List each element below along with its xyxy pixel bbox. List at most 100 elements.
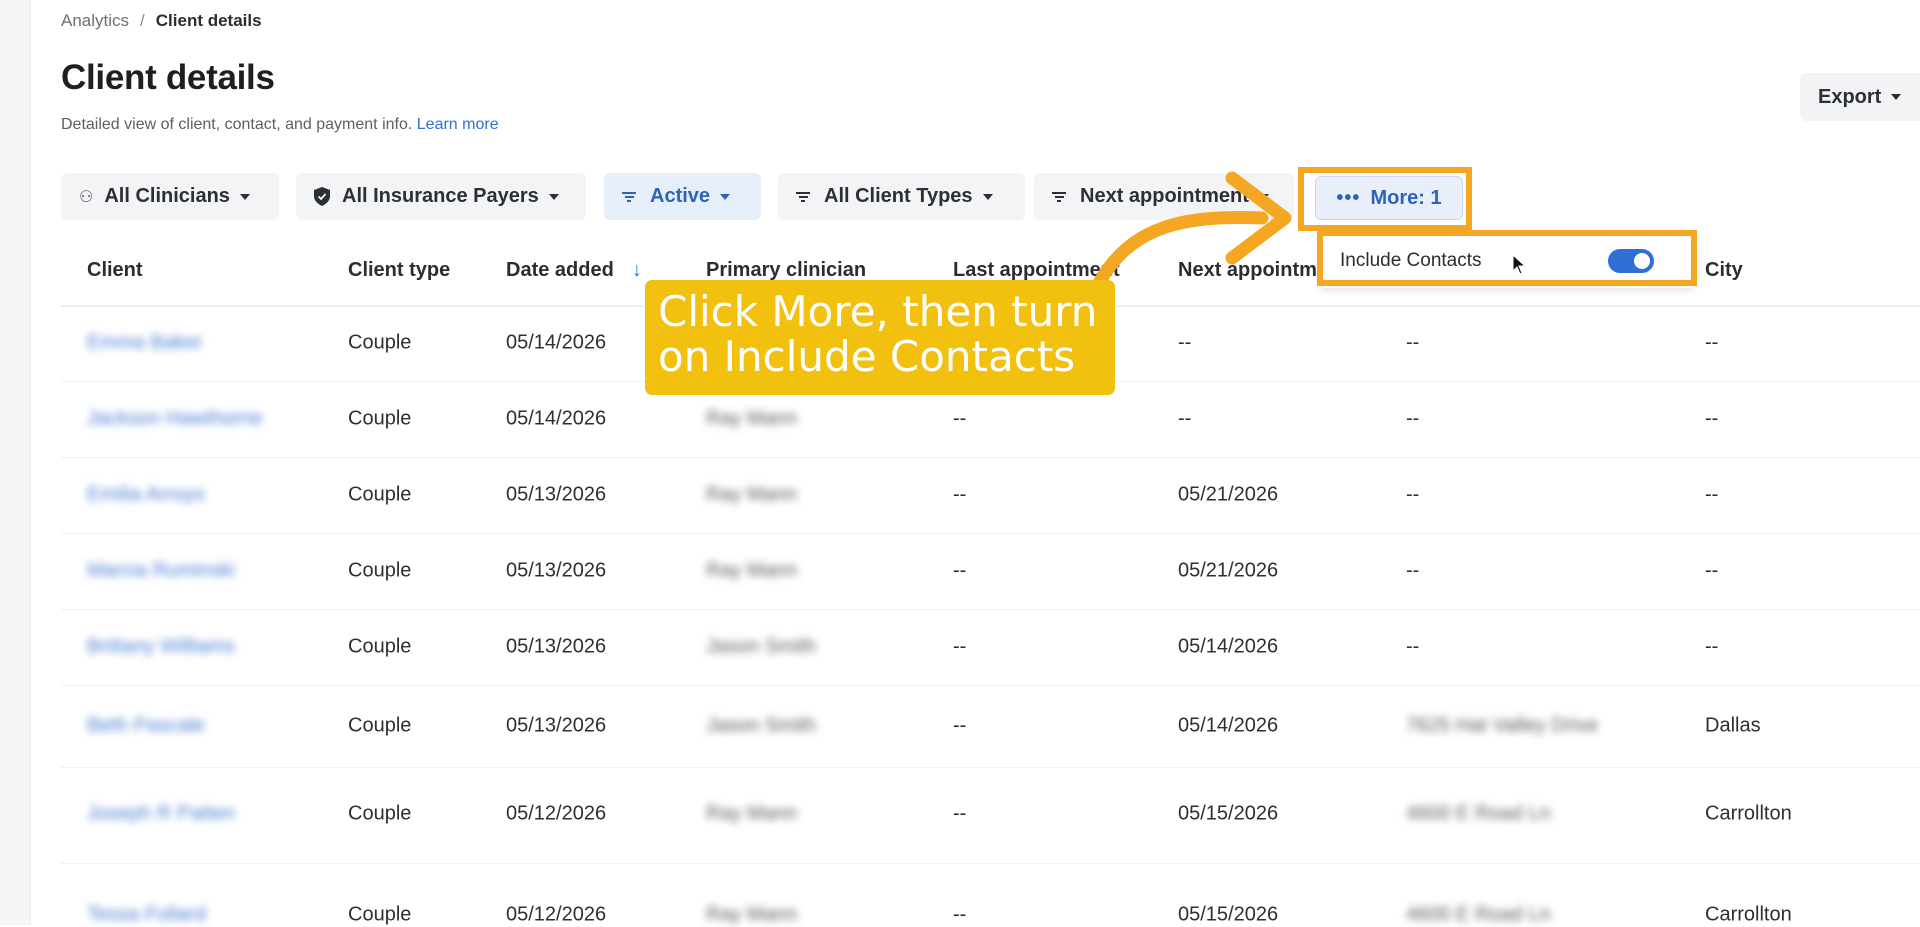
column-header-client-type[interactable]: Client type [348,259,450,282]
last-appointment-cell: -- [953,483,967,506]
include-contacts-toggle[interactable] [1608,249,1654,273]
column-header-city[interactable]: City [1705,259,1743,282]
city-cell: -- [1705,559,1719,582]
client-type-cell: Couple [348,635,412,658]
client-name-link[interactable]: Brittany Williams [87,636,235,659]
address-cell: 4600 E Road Ln [1406,903,1551,926]
filter-next-appointment[interactable]: Next appointment [1034,173,1294,220]
city-cell: Carrollton [1705,903,1792,926]
table-row[interactable]: Marcia Ruminski Couple 05/13/2026 Ray Ma… [61,533,1920,610]
column-header-primary-clinician[interactable]: Primary clinician [706,259,866,282]
clinician-icon: ⚇ [79,188,94,206]
left-sidebar-rail [0,0,31,925]
filter-clinicians[interactable]: ⚇ All Clinicians [61,173,279,220]
column-header-client[interactable]: Client [87,259,143,282]
date-added-cell: 05/13/2026 [506,559,607,582]
breadcrumb-current: Client details [155,11,262,30]
date-added-cell: 05/12/2026 [506,802,607,825]
city-cell: -- [1705,483,1719,506]
filter-client-types[interactable]: All Client Types [778,173,1025,220]
next-appointment-cell: 05/21/2026 [1178,559,1279,582]
address-cell: -- [1406,331,1420,354]
next-appointment-cell: 05/21/2026 [1178,483,1279,506]
client-type-cell: Couple [348,714,412,737]
export-label: Export [1818,85,1882,108]
last-appointment-cell: -- [953,714,967,737]
column-header-date-added[interactable]: Date added ↓ [506,259,642,282]
last-appointment-cell: -- [953,802,967,825]
client-name-link[interactable]: Emilia Arroyo [87,484,205,507]
column-header-next-appointment[interactable]: Next appointm [1178,259,1317,282]
filter-icon [1052,190,1066,204]
filter-insurance-payers[interactable]: All Insurance Payers [296,173,586,220]
address-cell: -- [1406,635,1420,658]
filter-status-label: Active [650,185,711,207]
next-appointment-cell: -- [1178,331,1192,354]
subtitle-text: Detailed view of client, contact, and pa… [61,116,413,133]
column-header-last-appointment[interactable]: Last appointment [953,259,1120,282]
breadcrumb-separator: / [140,11,145,30]
next-appointment-cell: 05/15/2026 [1178,802,1279,825]
city-cell: Carrollton [1705,802,1792,825]
date-added-cell: 05/13/2026 [506,635,607,658]
client-type-cell: Couple [348,903,412,926]
client-type-cell: Couple [348,802,412,825]
last-appointment-cell: -- [953,407,967,430]
more-dots-icon: ••• [1336,186,1361,209]
city-cell: -- [1705,407,1719,430]
client-name-link[interactable]: Beth Pascale [87,715,205,738]
last-appointment-cell: -- [953,559,967,582]
include-contacts-label: Include Contacts [1340,250,1482,271]
client-name-link[interactable]: Jackson Hawthorne [87,408,263,431]
primary-clinician-cell: Ray Mann [706,483,798,506]
page-title: Client details [61,58,275,97]
callout-line-2: on Include Contacts [658,332,1076,381]
date-added-cell: 05/14/2026 [506,331,607,354]
address-cell: -- [1406,559,1420,582]
primary-clinician-cell: Ray Mann [706,559,798,582]
filter-insurance-label: All Insurance Payers [342,185,539,207]
client-name-link[interactable]: Tessa Follard [87,904,206,927]
more-filters-button[interactable]: ••• More: 1 [1315,176,1463,220]
last-appointment-cell: -- [953,635,967,658]
client-name-link[interactable]: Marcia Ruminski [87,560,235,583]
more-filters-label: More: 1 [1370,186,1442,209]
client-name-link[interactable]: Emma Baker [87,332,203,355]
chevron-down-icon [239,193,250,200]
primary-clinician-cell: Jason Smith [706,635,817,658]
primary-clinician-cell: Ray Mann [706,407,798,430]
export-button[interactable]: Export [1800,73,1920,121]
callout-line-1: Click More, then turn [658,287,1098,336]
table-row[interactable]: Brittany Williams Couple 05/13/2026 Jaso… [61,609,1920,686]
table-row[interactable]: Emilia Arroyo Couple 05/13/2026 Ray Mann… [61,457,1920,534]
address-cell: 7625 Hat Valley Drive [1406,714,1598,737]
filter-clinicians-label: All Clinicians [104,185,230,207]
date-added-cell: 05/13/2026 [506,483,607,506]
next-appointment-cell: 05/14/2026 [1178,635,1279,658]
client-name-link[interactable]: Joseph R Patten [87,803,235,826]
table-row[interactable]: Beth Pascale Couple 05/13/2026 Jason Smi… [61,685,1920,768]
table-row[interactable]: Joseph R Patten Couple 05/12/2026 Ray Ma… [61,767,1920,864]
date-added-cell: 05/12/2026 [506,903,607,926]
primary-clinician-cell: Ray Mann [706,802,798,825]
toggle-knob [1634,253,1650,269]
last-appointment-cell: -- [953,903,967,926]
page-subtitle: Detailed view of client, contact, and pa… [61,116,499,134]
city-cell: -- [1705,331,1719,354]
learn-more-link[interactable]: Learn more [417,116,499,133]
client-type-cell: Couple [348,407,412,430]
sort-descending-icon: ↓ [631,259,642,281]
address-cell: -- [1406,407,1420,430]
city-cell: Dallas [1705,714,1761,737]
chevron-down-icon [548,193,559,200]
table-row[interactable]: Tessa Follard Couple 05/12/2026 Ray Mann… [61,863,1920,927]
primary-clinician-cell: Jason Smith [706,714,817,737]
client-type-cell: Couple [348,559,412,582]
more-filters-dropdown: Include Contacts [1320,234,1694,288]
filter-icon [622,190,636,204]
filter-status[interactable]: Active [604,173,761,220]
chevron-down-icon [1891,94,1902,100]
client-type-cell: Couple [348,483,412,506]
breadcrumb: Analytics / Client details [61,11,262,31]
breadcrumb-analytics-link[interactable]: Analytics [61,11,129,30]
